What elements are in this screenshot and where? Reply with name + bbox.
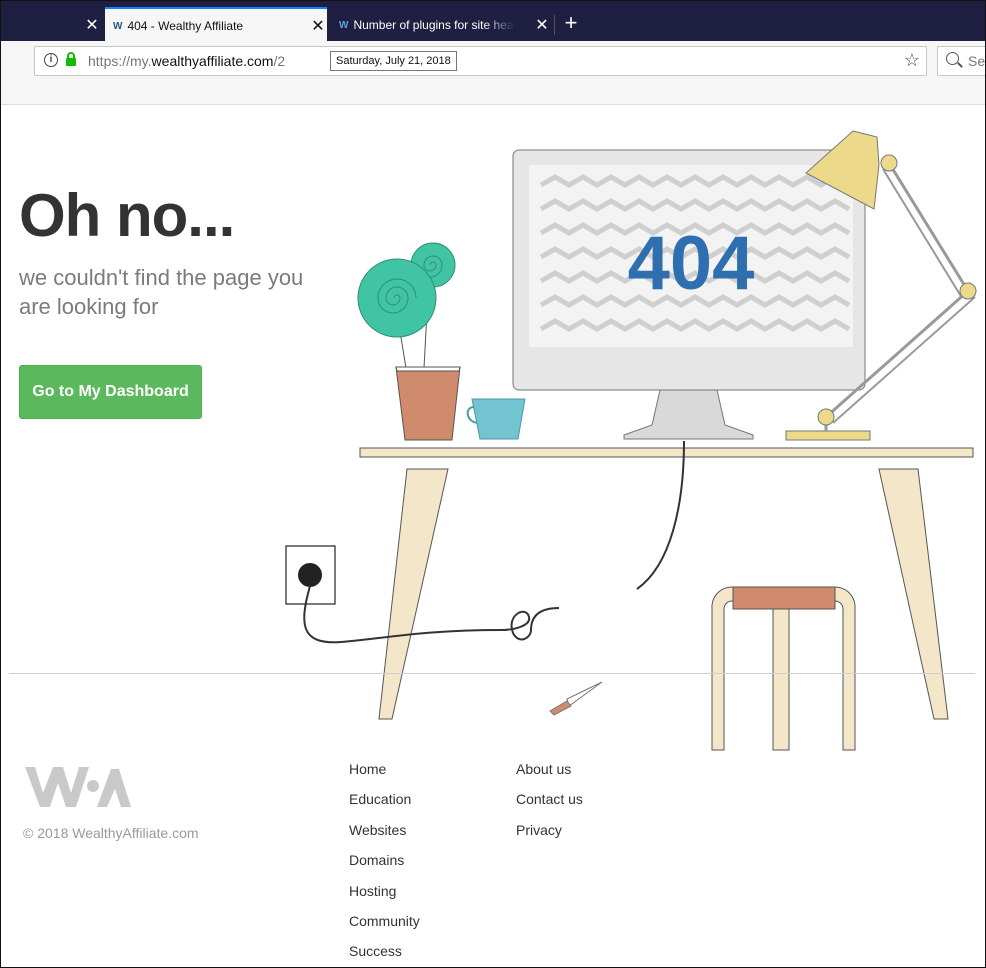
footer-link-contact[interactable]: Contact us <box>516 791 583 821</box>
copyright-text: © 2018 WealthyAffiliate.com <box>23 825 199 841</box>
bookmark-star-icon[interactable]: ☆ <box>904 50 920 71</box>
info-icon[interactable]: i <box>44 53 58 67</box>
wealthy-affiliate-logo-icon[interactable] <box>23 763 133 811</box>
url-text[interactable]: https://my.wealthyaffiliate.com/2 <box>88 53 285 69</box>
footer-link-home[interactable]: Home <box>349 761 420 791</box>
footer-link-community[interactable]: Community <box>349 913 420 943</box>
footer-link-privacy[interactable]: Privacy <box>516 822 583 852</box>
search-icon <box>946 52 959 65</box>
page-title: Oh no... <box>19 182 235 249</box>
tab-title: 404 - Wealthy Affiliate <box>127 19 244 33</box>
tab-separator <box>554 15 555 35</box>
tab-404-wealthy-affiliate[interactable]: W 404 - Wealthy Affiliate ✕ <box>105 7 327 43</box>
date-tooltip: Saturday, July 21, 2018 <box>330 51 457 71</box>
tab-plugins[interactable]: W Number of plugins for site health ✕ <box>331 9 551 41</box>
tab-strip: ✕ W 404 - Wealthy Affiliate ✕ W Number o… <box>1 1 985 43</box>
lock-icon <box>66 52 76 66</box>
footer-link-success[interactable]: Success <box>349 943 420 967</box>
close-tab-icon[interactable]: ✕ <box>83 15 101 35</box>
go-to-dashboard-button[interactable]: Go to My Dashboard <box>19 365 202 419</box>
footer-link-hosting[interactable]: Hosting <box>349 883 420 913</box>
search-placeholder: Search <box>968 53 986 69</box>
browser-window: ✕ W 404 - Wealthy Affiliate ✕ W Number o… <box>0 0 986 968</box>
new-tab-plus-icon[interactable]: + <box>559 9 583 37</box>
error-code-404: 404 <box>628 221 755 306</box>
footer-link-about[interactable]: About us <box>516 761 583 791</box>
floor-line <box>9 673 975 674</box>
search-box[interactable]: Search <box>937 46 986 76</box>
wa-favicon-icon: W <box>339 19 349 31</box>
footer-link-education[interactable]: Education <box>349 791 420 821</box>
navigation-bar: i https://my.wealthyaffiliate.com/2 Satu… <box>1 41 985 105</box>
footer-link-websites[interactable]: Websites <box>349 822 420 852</box>
close-tab-icon[interactable]: ✕ <box>533 15 551 35</box>
footer-links-primary: Home Education Websites Domains Hosting … <box>349 761 420 967</box>
error-message: we couldn't find the page you are lookin… <box>19 265 304 319</box>
page-content: 404 Oh no... we couldn't find the page y… <box>1 105 985 967</box>
tab-previous[interactable]: ✕ <box>1 9 101 41</box>
close-tab-icon[interactable]: ✕ <box>309 16 327 36</box>
footer-links-secondary: About us Contact us Privacy <box>516 761 583 852</box>
address-bar[interactable]: i https://my.wealthyaffiliate.com/2 Satu… <box>34 46 927 76</box>
tab-title: Number of plugins for site health <box>353 18 516 32</box>
footer-link-domains[interactable]: Domains <box>349 852 420 882</box>
wa-favicon-icon: W <box>113 20 123 32</box>
